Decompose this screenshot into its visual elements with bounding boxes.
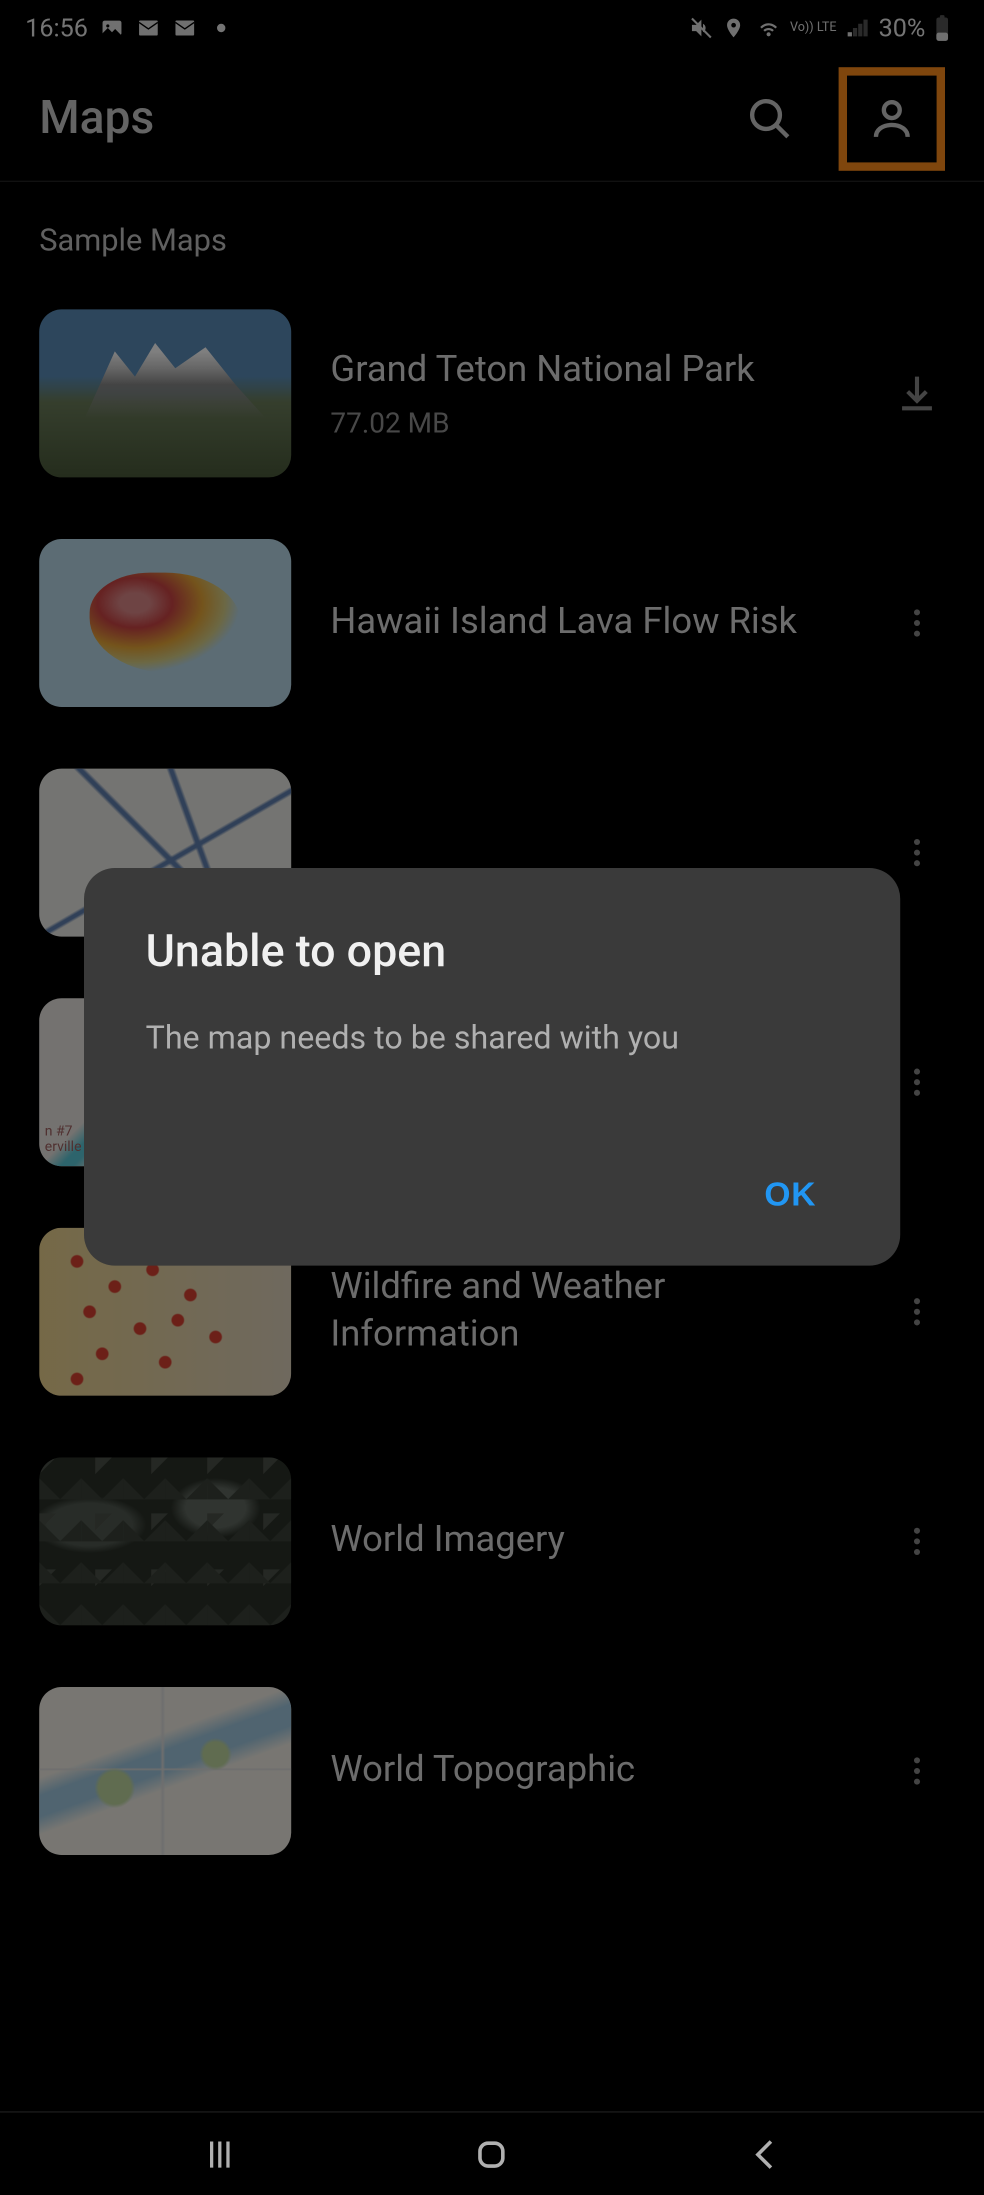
back-button[interactable] <box>745 2134 784 2173</box>
battery-percent: 30% <box>879 13 926 42</box>
map-thumbnail <box>39 1687 291 1855</box>
map-thumbnail <box>39 539 291 707</box>
map-title: Wildfire and Weather Information <box>330 1264 849 1359</box>
recent-apps-button[interactable] <box>200 2134 239 2173</box>
section-header: Sample Maps <box>0 182 984 279</box>
map-title: World Topographic <box>330 1747 849 1794</box>
more-button[interactable] <box>889 825 945 881</box>
map-item[interactable]: Hawaii Island Lava Flow Risk <box>39 508 945 738</box>
picture-icon <box>99 15 124 40</box>
more-vert-icon <box>899 1523 935 1559</box>
map-thumbnail <box>39 1457 291 1625</box>
recent-icon <box>200 2134 239 2173</box>
map-item[interactable]: World Topographic <box>39 1656 945 1886</box>
error-dialog: Unable to open The map needs to be share… <box>84 868 900 1266</box>
outlook-icon-2 <box>172 15 197 40</box>
more-button[interactable] <box>889 1284 945 1340</box>
location-icon <box>723 15 748 40</box>
ok-button[interactable]: OK <box>742 1162 839 1229</box>
more-vert-icon <box>899 1294 935 1330</box>
mute-icon <box>689 15 714 40</box>
more-button[interactable] <box>889 1513 945 1569</box>
home-button[interactable] <box>472 2134 511 2173</box>
map-item[interactable]: Grand Teton National Park 77.02 MB <box>39 279 945 509</box>
more-vert-icon <box>899 1064 935 1100</box>
signal-icon <box>845 15 870 40</box>
more-vert-icon <box>899 834 935 870</box>
status-time: 16:56 <box>25 13 88 42</box>
app-bar: Maps <box>0 56 984 182</box>
status-bar: 16:56 Vo)) LTE <box>0 0 984 56</box>
outlook-icon <box>136 15 161 40</box>
more-vert-icon <box>899 1753 935 1789</box>
more-notifications-dot <box>217 24 225 32</box>
map-title: Hawaii Island Lava Flow Risk <box>330 599 849 646</box>
dialog-message: The map needs to be shared with you <box>146 1016 839 1061</box>
more-vert-icon <box>899 605 935 641</box>
map-title: Grand Teton National Park <box>330 347 849 394</box>
download-button[interactable] <box>889 365 945 421</box>
map-thumbnail <box>39 309 291 477</box>
volte-indicator: Vo)) LTE <box>790 22 837 35</box>
map-size: 77.02 MB <box>330 406 849 440</box>
page-title: Maps <box>39 91 735 146</box>
more-button[interactable] <box>889 595 945 651</box>
system-nav-bar <box>0 2111 984 2195</box>
profile-button[interactable] <box>839 67 945 171</box>
download-icon <box>895 371 940 416</box>
map-item[interactable]: World Imagery <box>39 1427 945 1657</box>
more-button[interactable] <box>889 1743 945 1799</box>
search-icon <box>746 95 794 143</box>
back-icon <box>745 2134 784 2173</box>
search-button[interactable] <box>735 83 805 153</box>
battery-icon <box>934 15 959 40</box>
map-title: World Imagery <box>330 1518 849 1565</box>
dialog-title: Unable to open <box>146 924 839 977</box>
wifi-icon <box>756 15 781 40</box>
person-icon <box>868 95 916 143</box>
home-icon <box>472 2134 511 2173</box>
